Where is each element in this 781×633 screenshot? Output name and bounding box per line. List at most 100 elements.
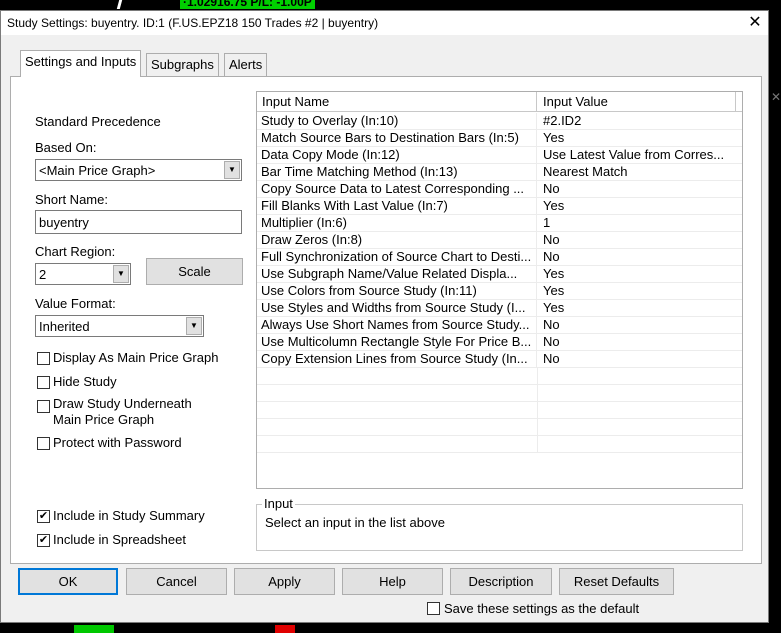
include-study-summary-label: Include in Study Summary <box>53 508 205 523</box>
input-value-cell[interactable]: No <box>538 249 736 265</box>
input-name-cell[interactable]: Fill Blanks With Last Value (In:7) <box>257 198 537 214</box>
input-value-cell[interactable]: Yes <box>538 283 736 299</box>
display-as-main-checkbox[interactable] <box>37 352 50 365</box>
tab-subgraphs[interactable]: Subgraphs <box>146 53 219 77</box>
input-groupbox-legend: Input <box>262 496 295 511</box>
table-row[interactable]: Always Use Short Names from Source Study… <box>257 317 742 334</box>
input-name-cell[interactable]: Use Subgraph Name/Value Related Displa..… <box>257 266 537 282</box>
table-row[interactable]: Draw Zeros (In:8) No <box>257 232 742 249</box>
value-format-label: Value Format: <box>35 296 116 311</box>
column-header-input-value[interactable]: Input Value <box>538 92 736 111</box>
input-name-cell[interactable]: Match Source Bars to Destination Bars (I… <box>257 130 537 146</box>
input-value-cell[interactable]: No <box>538 317 736 333</box>
input-value-cell[interactable]: Yes <box>538 198 736 214</box>
table-row[interactable]: Bar Time Matching Method (In:13) Nearest … <box>257 164 742 181</box>
hide-study-label: Hide Study <box>53 374 117 389</box>
input-value-cell[interactable]: No <box>538 181 736 197</box>
input-name-cell[interactable]: Multiplier (In:6) <box>257 215 537 231</box>
input-value-cell[interactable]: No <box>538 351 736 367</box>
input-name-cell[interactable]: Bar Time Matching Method (In:13) <box>257 164 537 180</box>
chevron-down-icon: ▼ <box>113 265 129 283</box>
description-button[interactable]: Description <box>450 568 552 595</box>
based-on-label: Based On: <box>35 140 97 155</box>
input-value-cell[interactable]: Yes <box>538 300 736 316</box>
inputs-list[interactable]: Input Name Input Value Study to Overlay … <box>256 91 743 489</box>
draw-underneath-label-line2: Main Price Graph <box>53 412 155 427</box>
column-header-input-name[interactable]: Input Name <box>257 92 537 111</box>
table-row[interactable]: Use Subgraph Name/Value Related Displa..… <box>257 266 742 283</box>
empty-row <box>257 419 742 436</box>
input-value-cell[interactable]: Use Latest Value from Corres... <box>538 147 736 163</box>
short-name-field[interactable] <box>35 210 242 234</box>
input-value-cell[interactable]: Nearest Match <box>538 164 736 180</box>
table-row[interactable]: Match Source Bars to Destination Bars (I… <box>257 130 742 147</box>
tab-settings-and-inputs[interactable]: Settings and Inputs <box>20 50 142 77</box>
input-name-cell[interactable]: Use Styles and Widths from Source Study … <box>257 300 537 316</box>
inputs-list-rows: Study to Overlay (In:10) #2.ID2 Match Sour… <box>257 113 742 453</box>
close-icon: ✕ <box>771 90 781 104</box>
table-row[interactable]: Copy Source Data to Latest Corresponding… <box>257 181 742 198</box>
based-on-select[interactable]: <Main Price Graph> ▼ <box>35 159 242 181</box>
short-name-label: Short Name: <box>35 192 108 207</box>
study-settings-dialog: Study Settings: buyentry. ID:1 (F.US.EPZ… <box>0 10 769 623</box>
protect-password-checkbox[interactable] <box>37 437 50 450</box>
column-separator <box>537 368 538 384</box>
input-name-cell[interactable]: Always Use Short Names from Source Study… <box>257 317 537 333</box>
table-row[interactable]: Use Colors from Source Study (In:11) Yes <box>257 283 742 300</box>
save-default-checkbox[interactable] <box>427 602 440 615</box>
include-spreadsheet-checkbox[interactable]: ✔ <box>37 534 50 547</box>
chevron-down-icon: ▼ <box>224 161 240 179</box>
ok-button[interactable]: OK <box>18 568 118 595</box>
help-button[interactable]: Help <box>342 568 443 595</box>
table-row[interactable]: Use Styles and Widths from Source Study … <box>257 300 742 317</box>
include-spreadsheet-label: Include in Spreadsheet <box>53 532 186 547</box>
table-row[interactable]: Full Synchronization of Source Chart to … <box>257 249 742 266</box>
input-name-cell[interactable]: Study to Overlay (In:10) <box>257 113 537 129</box>
draw-underneath-checkbox[interactable] <box>37 400 50 413</box>
value-format-value: Inherited <box>39 319 90 334</box>
price-ticker: ·1.02916.75 P/L: -1.00P <box>180 0 315 9</box>
chart-region-select[interactable]: 2 ▼ <box>35 263 131 285</box>
input-name-cell[interactable]: Use Colors from Source Study (In:11) <box>257 283 537 299</box>
table-row[interactable]: Multiplier (In:6) 1 <box>257 215 742 232</box>
input-name-cell[interactable]: Draw Zeros (In:8) <box>257 232 537 248</box>
display-as-main-label: Display As Main Price Graph <box>53 350 219 365</box>
background-chart-top: ·1.02916.75 P/L: -1.00P <box>0 0 781 10</box>
table-row[interactable]: Study to Overlay (In:10) #2.ID2 <box>257 113 742 130</box>
value-format-select[interactable]: Inherited ▼ <box>35 315 204 337</box>
empty-row <box>257 368 742 385</box>
include-study-summary-checkbox[interactable]: ✔ <box>37 510 50 523</box>
column-separator <box>537 402 538 418</box>
input-help-text: Select an input in the list above <box>265 515 445 530</box>
scale-button[interactable]: Scale <box>146 258 243 285</box>
reset-defaults-button[interactable]: Reset Defaults <box>559 568 674 595</box>
input-value-cell[interactable]: Yes <box>538 130 736 146</box>
tab-alerts[interactable]: Alerts <box>224 53 268 77</box>
close-button[interactable]: ✕ <box>745 13 765 33</box>
cancel-button[interactable]: Cancel <box>126 568 227 595</box>
empty-row <box>257 402 742 419</box>
green-bar <box>74 625 114 633</box>
table-row[interactable]: Data Copy Mode (In:12) Use Latest Value f… <box>257 147 742 164</box>
input-value-cell[interactable]: No <box>538 232 736 248</box>
table-row[interactable]: Copy Extension Lines from Source Study (… <box>257 351 742 368</box>
protect-password-label: Protect with Password <box>53 435 182 450</box>
table-row[interactable]: Use Multicolumn Rectangle Style For Pric… <box>257 334 742 351</box>
input-name-cell[interactable]: Use Multicolumn Rectangle Style For Pric… <box>257 334 537 350</box>
chart-region-value: 2 <box>39 267 47 282</box>
standard-precedence-label: Standard Precedence <box>35 114 161 129</box>
table-row[interactable]: Fill Blanks With Last Value (In:7) Yes <box>257 198 742 215</box>
input-value-cell[interactable]: No <box>538 334 736 350</box>
hide-study-checkbox[interactable] <box>37 376 50 389</box>
column-separator <box>537 419 538 435</box>
short-name-input[interactable] <box>36 211 241 233</box>
save-default-label: Save these settings as the default <box>444 601 640 616</box>
input-name-cell[interactable]: Data Copy Mode (In:12) <box>257 147 537 163</box>
input-value-cell[interactable]: Yes <box>538 266 736 282</box>
input-name-cell[interactable]: Copy Source Data to Latest Corresponding… <box>257 181 537 197</box>
input-value-cell[interactable]: 1 <box>538 215 736 231</box>
input-name-cell[interactable]: Full Synchronization of Source Chart to … <box>257 249 537 265</box>
input-name-cell[interactable]: Copy Extension Lines from Source Study (… <box>257 351 537 367</box>
input-value-cell[interactable]: #2.ID2 <box>538 113 736 129</box>
apply-button[interactable]: Apply <box>234 568 335 595</box>
